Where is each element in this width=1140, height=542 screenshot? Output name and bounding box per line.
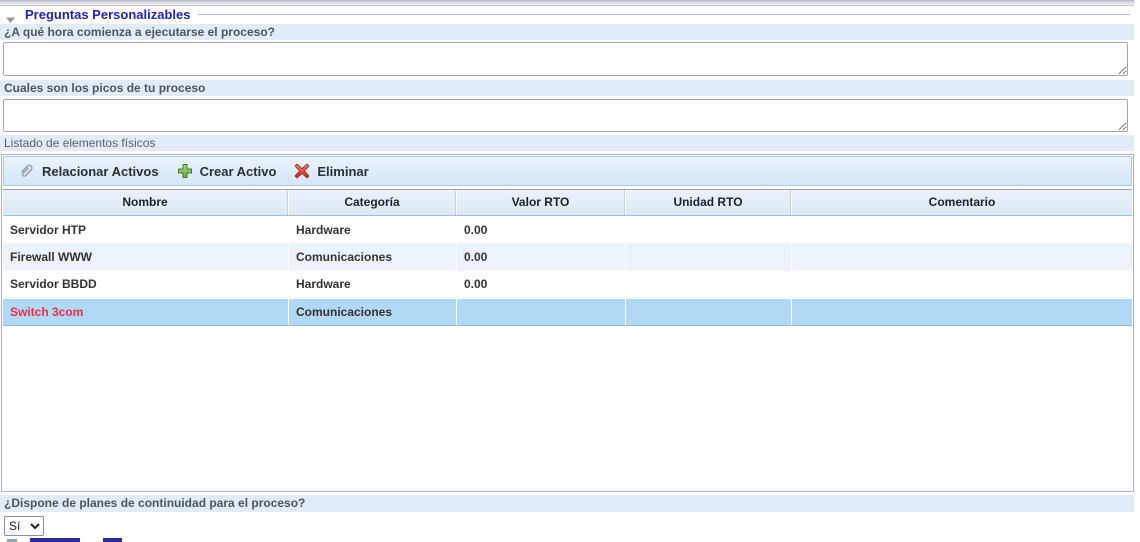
toolbar-button-label: Relacionar Activos <box>42 164 159 179</box>
eliminar-button[interactable]: Eliminar <box>288 159 380 183</box>
cell-comentario <box>791 299 1132 325</box>
top-divider <box>0 0 1134 6</box>
cell-nombre: Servidor BBDD <box>3 271 288 297</box>
cell-unidad-rto <box>625 299 791 325</box>
delete-x-icon <box>294 163 310 179</box>
cell-nombre: Firewall WWW <box>3 244 288 270</box>
cropped-text-fragment <box>30 538 80 542</box>
question-label-hora: ¿A qué hora comienza a ejecutarse el pro… <box>0 24 1134 40</box>
cell-categoria: Comunicaciones <box>288 299 456 325</box>
panel-legend-label: Preguntas Personalizables <box>25 7 190 22</box>
column-header-categoría[interactable]: Categoría <box>288 190 456 215</box>
toolbar-button-label: Crear Activo <box>200 164 277 179</box>
listado-label: Listado de elementos físicos <box>0 135 1134 151</box>
crear-activo-button[interactable]: Crear Activo <box>171 159 289 183</box>
question-label-picos: Cuales son los picos de tu proceso <box>0 80 1134 96</box>
table-row[interactable]: Firewall WWWComunicaciones0.00 <box>3 244 1132 271</box>
table-row[interactable]: Servidor HTPHardware0.00 <box>3 217 1132 244</box>
column-header-valor-rto[interactable]: Valor RTO <box>456 190 625 215</box>
continuity-question-label: ¿Dispone de planes de continuidad para e… <box>0 495 1134 512</box>
cell-comentario <box>791 244 1132 270</box>
question-textarea-hora[interactable] <box>3 42 1128 76</box>
activos-grid: Relacionar Activos Crear Activo Eliminar N… <box>1 154 1134 492</box>
collapse-triangle-icon[interactable] <box>5 11 16 19</box>
cell-valor-rto: 0.00 <box>456 244 625 270</box>
cell-valor-rto: 0.00 <box>456 217 625 243</box>
relacionar-activos-button[interactable]: Relacionar Activos <box>12 159 171 183</box>
cell-unidad-rto <box>625 271 791 297</box>
column-header-nombre[interactable]: Nombre <box>3 190 288 215</box>
cell-categoria: Hardware <box>288 271 456 297</box>
cell-categoria: Comunicaciones <box>288 244 456 270</box>
toolbar-button-label: Eliminar <box>317 164 368 179</box>
preguntas-personalizables-panel: Preguntas Personalizables ¿A qué hora co… <box>0 0 1140 542</box>
cell-nombre: Switch 3com <box>3 299 288 325</box>
table-row[interactable]: Servidor BBDDHardware0.00 <box>3 271 1132 298</box>
column-header-unidad-rto[interactable]: Unidad RTO <box>625 190 791 215</box>
activos-table-body: Servidor HTPHardware0.00Firewall WWWComu… <box>3 217 1132 490</box>
cell-valor-rto <box>456 299 625 325</box>
cell-nombre: Servidor HTP <box>3 217 288 243</box>
panel-collapse-header[interactable]: Preguntas Personalizables <box>0 7 1134 22</box>
activos-toolbar: Relacionar Activos Crear Activo Eliminar <box>3 156 1132 186</box>
column-header-comentario[interactable]: Comentario <box>791 190 1132 215</box>
cell-valor-rto: 0.00 <box>456 271 625 297</box>
continuity-select[interactable]: Sí <box>4 516 44 536</box>
cropped-text-fragment <box>103 538 122 542</box>
cell-unidad-rto <box>625 217 791 243</box>
table-row[interactable]: Switch 3comComunicaciones <box>3 298 1132 326</box>
plus-icon <box>177 163 193 179</box>
cell-categoria: Hardware <box>288 217 456 243</box>
paperclip-icon <box>18 163 35 179</box>
cropped-bottom-section <box>0 537 1134 542</box>
activos-table-header: NombreCategoríaValor RTOUnidad RTOComent… <box>3 189 1132 216</box>
legend-rule <box>198 14 1130 15</box>
cell-comentario <box>791 271 1132 297</box>
cell-comentario <box>791 217 1132 243</box>
cell-unidad-rto <box>625 244 791 270</box>
question-textarea-picos[interactable] <box>3 99 1128 132</box>
